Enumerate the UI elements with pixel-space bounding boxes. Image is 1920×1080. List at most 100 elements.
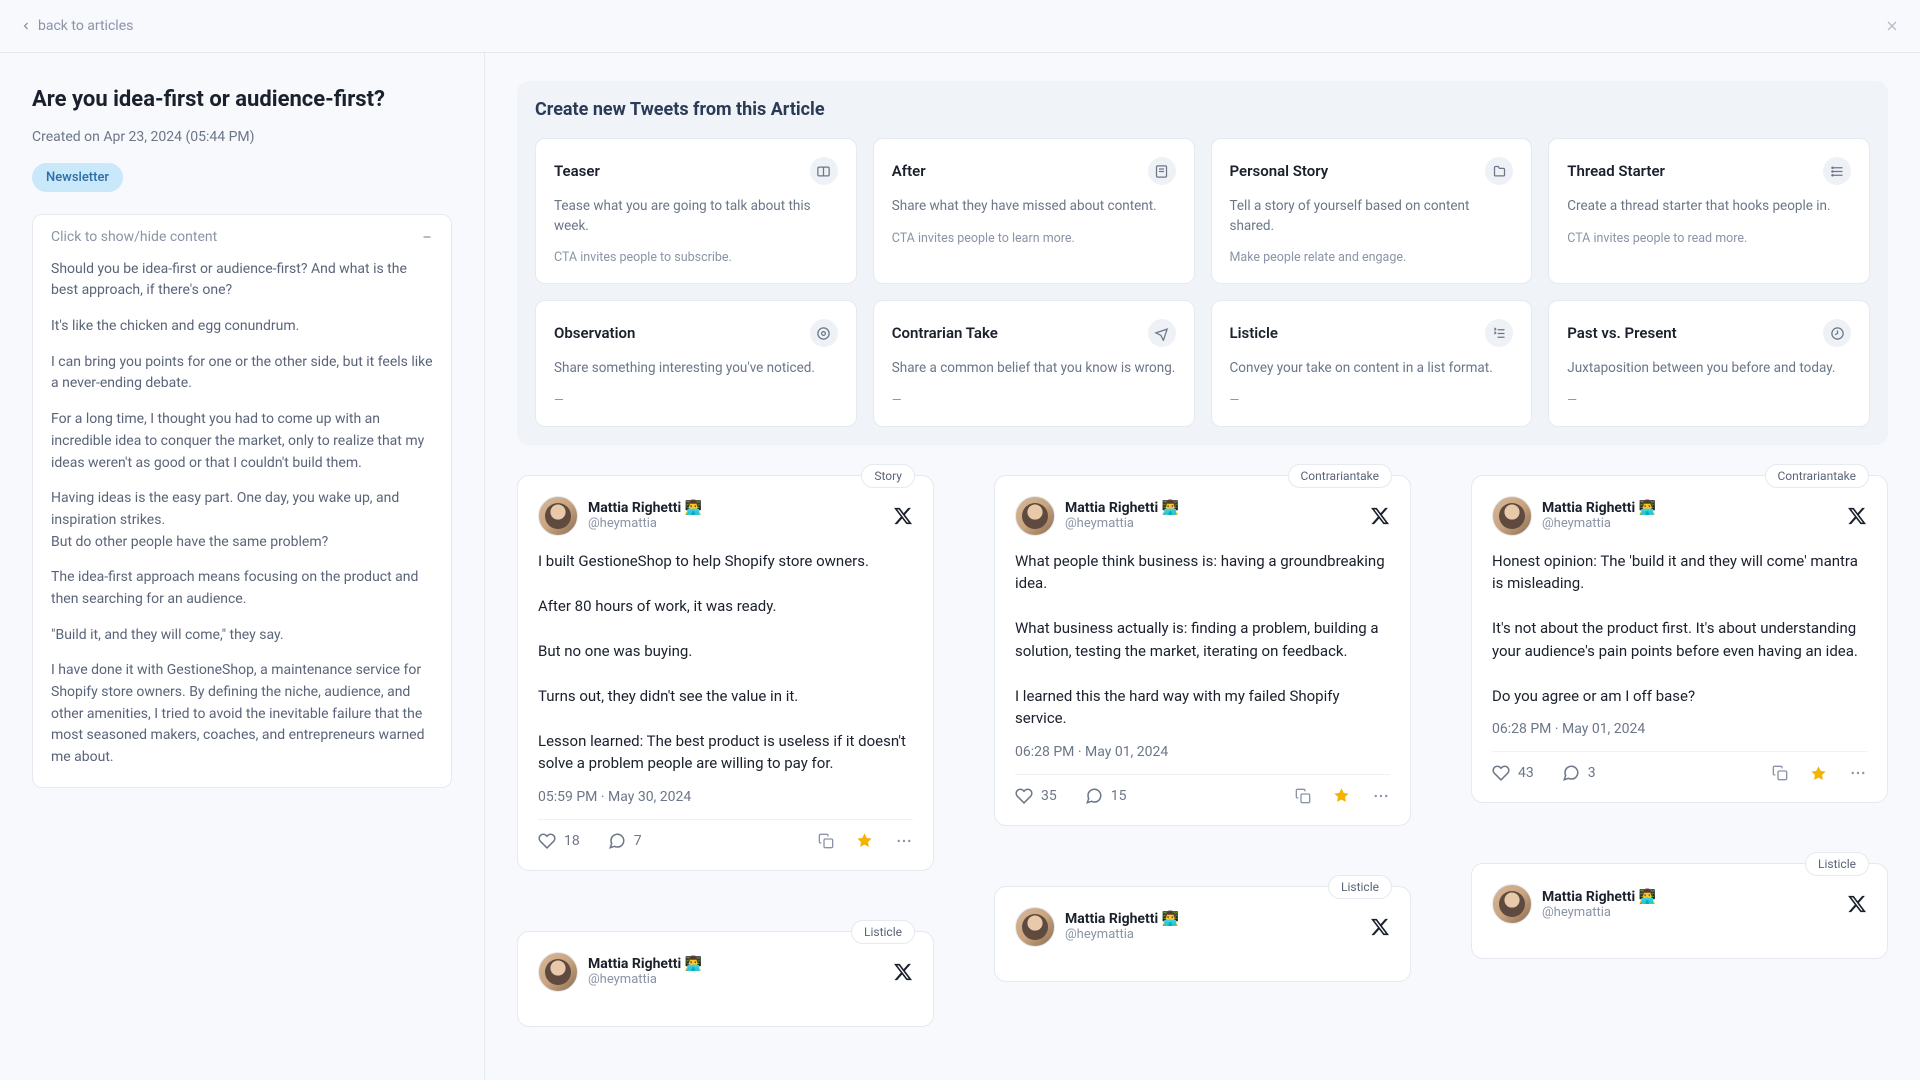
template-title: Contrarian Take bbox=[892, 324, 998, 342]
template-icon bbox=[810, 157, 838, 185]
tweet-time: 05:59 PM · May 30, 2024 bbox=[538, 789, 913, 805]
tweet-label: Listicle bbox=[1805, 852, 1869, 876]
more-button[interactable] bbox=[1849, 764, 1867, 782]
content-toggle[interactable]: Click to show/hide content bbox=[33, 215, 451, 259]
tweet-time: 06:28 PM · May 01, 2024 bbox=[1015, 744, 1390, 760]
user-handle: @heymattia bbox=[1542, 905, 1656, 920]
content-toggle-label: Click to show/hide content bbox=[51, 229, 217, 245]
user-name: Mattia Righetti 👨‍💻 bbox=[588, 956, 702, 972]
tweet-column: Story Mattia Righetti 👨‍💻 @heymattia I b… bbox=[517, 475, 934, 1027]
like-button[interactable]: 43 bbox=[1492, 764, 1534, 782]
template-desc: Juxtaposition between you before and tod… bbox=[1567, 359, 1851, 379]
copy-button[interactable] bbox=[1772, 765, 1788, 781]
template-title: Past vs. Present bbox=[1567, 324, 1676, 342]
tweet-body: Honest opinion: The 'build it and they w… bbox=[1492, 550, 1867, 708]
like-count: 35 bbox=[1041, 788, 1057, 804]
user-handle: @heymattia bbox=[588, 972, 702, 987]
template-icon bbox=[1148, 319, 1176, 347]
star-button[interactable] bbox=[1810, 765, 1827, 782]
template-icon bbox=[1485, 319, 1513, 347]
tweet-column: Contrariantake Mattia Righetti 👨‍💻 @heym… bbox=[1471, 475, 1888, 1027]
more-button[interactable] bbox=[1372, 787, 1390, 805]
close-icon bbox=[1884, 18, 1900, 34]
template-title: Personal Story bbox=[1230, 162, 1329, 180]
like-button[interactable]: 18 bbox=[538, 832, 580, 850]
avatar bbox=[1492, 884, 1532, 924]
copy-button[interactable] bbox=[818, 833, 834, 849]
template-title: Thread Starter bbox=[1567, 162, 1665, 180]
template-desc: Create a thread starter that hooks peopl… bbox=[1567, 197, 1851, 217]
tweet-card: Listicle Mattia Righetti 👨‍💻 @heymattia bbox=[517, 931, 934, 1027]
tweet-footer: 18 7 bbox=[538, 819, 913, 850]
user-name: Mattia Righetti 👨‍💻 bbox=[1542, 500, 1656, 516]
template-title: Listicle bbox=[1230, 324, 1278, 342]
user-handle: @heymattia bbox=[588, 516, 702, 531]
x-logo-icon bbox=[893, 506, 913, 526]
copy-button[interactable] bbox=[1295, 788, 1311, 804]
reply-icon bbox=[1085, 787, 1103, 805]
template-desc: Tell a story of yourself based on conten… bbox=[1230, 197, 1514, 236]
tweet-body: What people think business is: having a … bbox=[1015, 550, 1390, 730]
template-icon bbox=[1148, 157, 1176, 185]
tweet-column: Contrariantake Mattia Righetti 👨‍💻 @heym… bbox=[994, 475, 1411, 1027]
article-tag[interactable]: Newsletter bbox=[32, 163, 123, 192]
topbar: back to articles bbox=[0, 0, 1920, 53]
user-name: Mattia Righetti 👨‍💻 bbox=[1065, 911, 1179, 927]
star-button[interactable] bbox=[856, 832, 873, 849]
more-button[interactable] bbox=[895, 832, 913, 850]
user-name: Mattia Righetti 👨‍💻 bbox=[588, 500, 702, 516]
template-cta: CTA invites people to read more. bbox=[1567, 231, 1851, 246]
reply-count: 7 bbox=[634, 833, 642, 849]
template-desc: Share something interesting you've notic… bbox=[554, 359, 838, 379]
user-name: Mattia Righetti 👨‍💻 bbox=[1065, 500, 1179, 516]
like-button[interactable]: 35 bbox=[1015, 787, 1057, 805]
template-card[interactable]: Thread Starter Create a thread starter t… bbox=[1548, 138, 1870, 284]
template-desc: Convey your take on content in a list fo… bbox=[1230, 359, 1514, 379]
template-card[interactable]: Past vs. Present Juxtaposition between y… bbox=[1548, 300, 1870, 427]
x-logo-icon bbox=[893, 962, 913, 982]
template-grid: Teaser Tease what you are going to talk … bbox=[535, 138, 1870, 427]
template-cta: — bbox=[1230, 393, 1514, 408]
template-card[interactable]: Observation Share something interesting … bbox=[535, 300, 857, 427]
reply-button[interactable]: 3 bbox=[1562, 764, 1596, 782]
x-logo-icon bbox=[1370, 506, 1390, 526]
tweets-grid: Story Mattia Righetti 👨‍💻 @heymattia I b… bbox=[517, 475, 1888, 1027]
template-title: After bbox=[892, 162, 926, 180]
tweet-label: Listicle bbox=[851, 920, 915, 944]
tweet-card: Story Mattia Righetti 👨‍💻 @heymattia I b… bbox=[517, 475, 934, 871]
template-card[interactable]: After Share what they have missed about … bbox=[873, 138, 1195, 284]
back-to-articles-link[interactable]: back to articles bbox=[20, 18, 133, 34]
template-cta: Make people relate and engage. bbox=[1230, 250, 1514, 265]
created-on: Created on Apr 23, 2024 (05:44 PM) bbox=[32, 129, 452, 145]
article-paragraph: It's like the chicken and egg conundrum. bbox=[51, 316, 433, 338]
tweet-body: I built GestioneShop to help Shopify sto… bbox=[538, 550, 913, 775]
template-card[interactable]: Contrarian Take Share a common belief th… bbox=[873, 300, 1195, 427]
heart-icon bbox=[1015, 787, 1033, 805]
template-desc: Share a common belief that you know is w… bbox=[892, 359, 1176, 379]
reply-count: 3 bbox=[1588, 765, 1596, 781]
close-button[interactable] bbox=[1884, 18, 1900, 34]
avatar bbox=[538, 496, 578, 536]
x-logo-icon bbox=[1847, 894, 1867, 914]
template-icon bbox=[1823, 157, 1851, 185]
tweet-label: Story bbox=[861, 464, 915, 488]
article-content-box: Click to show/hide content Should you be… bbox=[32, 214, 452, 788]
user-name: Mattia Righetti 👨‍💻 bbox=[1542, 889, 1656, 905]
x-logo-icon bbox=[1847, 506, 1867, 526]
star-button[interactable] bbox=[1333, 787, 1350, 804]
back-link-label: back to articles bbox=[38, 18, 133, 34]
article-body: Should you be idea-first or audience-fir… bbox=[33, 259, 451, 787]
template-title: Observation bbox=[554, 324, 635, 342]
reply-count: 15 bbox=[1111, 788, 1127, 804]
template-card[interactable]: Listicle Convey your take on content in … bbox=[1211, 300, 1533, 427]
avatar bbox=[538, 952, 578, 992]
template-card[interactable]: Personal Story Tell a story of yourself … bbox=[1211, 138, 1533, 284]
reply-button[interactable]: 15 bbox=[1085, 787, 1127, 805]
avatar bbox=[1015, 907, 1055, 947]
article-paragraph: "Build it, and they will come," they say… bbox=[51, 625, 433, 647]
template-cta: CTA invites people to learn more. bbox=[892, 231, 1176, 246]
template-card[interactable]: Teaser Tease what you are going to talk … bbox=[535, 138, 857, 284]
tweet-label: Contrariantake bbox=[1765, 464, 1870, 488]
right-panel: Create new Tweets from this Article Teas… bbox=[485, 53, 1920, 1080]
reply-button[interactable]: 7 bbox=[608, 832, 642, 850]
